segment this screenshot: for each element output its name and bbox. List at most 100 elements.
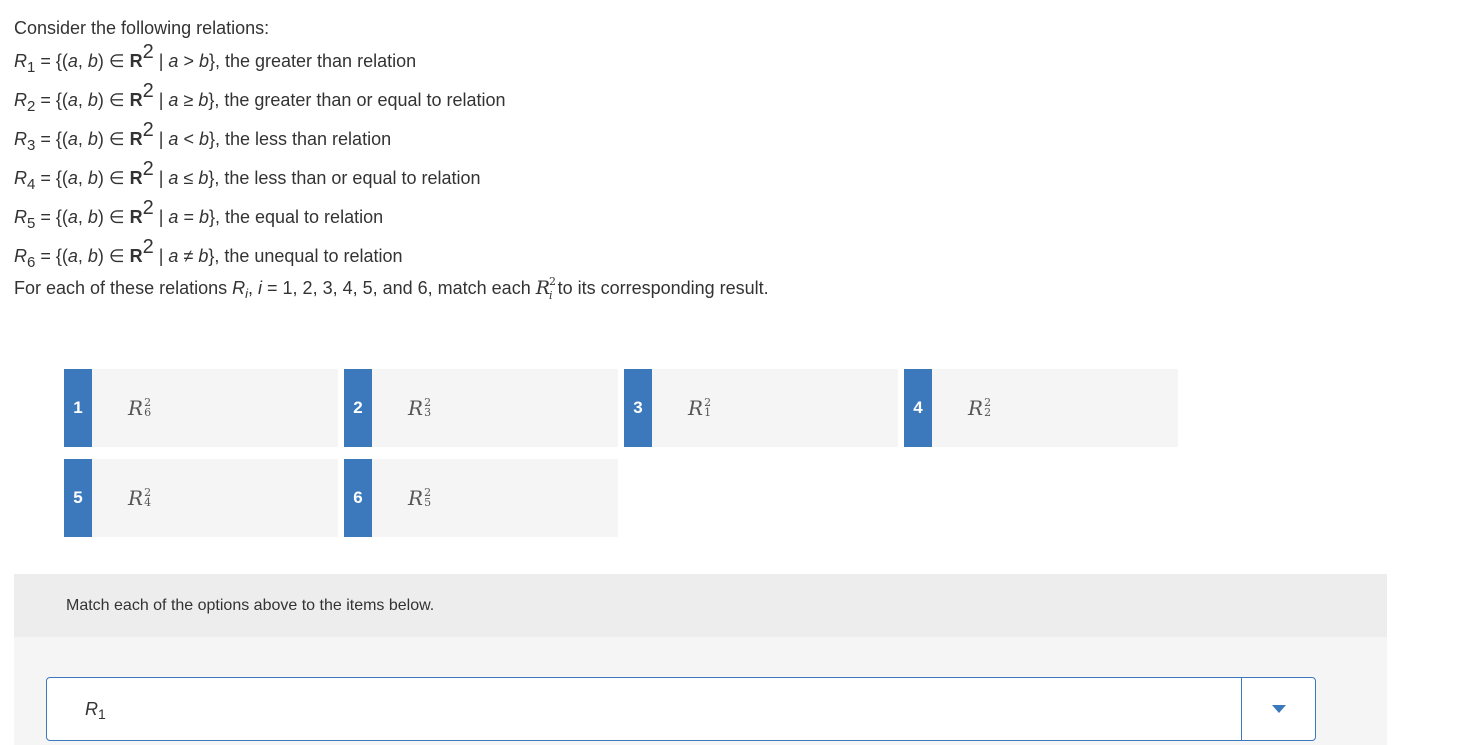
option-4[interactable]: 4 R 22	[904, 369, 1178, 447]
relation-desc: }, the greater than relation	[208, 51, 417, 71]
option-R: R	[408, 486, 424, 510]
option-sub: 5	[424, 496, 432, 509]
option-label: R 21	[688, 396, 711, 420]
relation-line-6: R6 = {(a, b) ∈ R2 | a ≠ b}, the unequal …	[14, 236, 769, 274]
relation-desc: }, the less than or equal to relation	[208, 168, 481, 188]
relation-subscript: 3	[27, 137, 36, 154]
match-item-R: R	[85, 698, 98, 719]
instruction-vals: = 1, 2, 3, 4, 5, and 6, match each	[262, 278, 536, 298]
set-sup: 2	[142, 80, 154, 102]
option-1[interactable]: 1 R 26	[64, 369, 338, 447]
relation-subscript: 1	[27, 59, 36, 76]
operator: <	[178, 129, 199, 149]
bar: |	[153, 129, 169, 149]
rhs: b	[198, 129, 209, 149]
relation-desc: }, the unequal to relation	[208, 246, 403, 266]
set-sup: 2	[142, 119, 154, 141]
match-dropdown-r1[interactable]: R1	[46, 677, 1316, 741]
option-R: R	[968, 396, 984, 420]
operator: ≤	[178, 168, 199, 188]
option-R: R	[688, 396, 704, 420]
match-item-sub: 1	[98, 705, 106, 722]
comma: ,	[77, 207, 88, 227]
option-sub: 6	[144, 406, 152, 419]
instruction-mid: ,	[248, 278, 259, 298]
option-number: 3	[624, 369, 652, 447]
option-scripts: 23	[424, 397, 432, 419]
option-label: R 25	[408, 486, 431, 510]
in-symbol: ) ∈	[97, 129, 130, 149]
option-2[interactable]: 2 R 23	[344, 369, 618, 447]
comma: ,	[77, 129, 88, 149]
relation-subscript: 5	[27, 215, 36, 232]
instruction-R: R	[232, 278, 246, 298]
option-scripts: 26	[144, 397, 152, 419]
option-number: 2	[344, 369, 372, 447]
relation-subscript: 2	[27, 98, 36, 115]
bar: |	[153, 207, 169, 227]
operator: ≠	[178, 246, 199, 266]
relation-line-2: R2 = {(a, b) ∈ R2 | a ≥ b}, the greater …	[14, 80, 769, 125]
comma: ,	[77, 51, 88, 71]
option-scripts: 21	[704, 397, 711, 418]
var-b: b	[87, 246, 98, 266]
relation-desc: }, the greater than or equal to relation	[208, 90, 506, 110]
option-3[interactable]: 3 R 21	[624, 369, 898, 447]
bar: |	[153, 168, 169, 188]
comma: ,	[77, 246, 88, 266]
match-item-label: R1	[85, 698, 1241, 722]
rhs: b	[198, 207, 209, 227]
option-sub: 4	[144, 496, 152, 509]
var-b: b	[87, 51, 98, 71]
bar: |	[153, 90, 169, 110]
in-symbol: ) ∈	[97, 168, 130, 188]
var-a: a	[67, 90, 78, 110]
relation-name: R	[14, 51, 27, 71]
var-a: a	[67, 246, 78, 266]
in-symbol: ) ∈	[97, 207, 130, 227]
var-a: a	[67, 207, 78, 227]
set-sup: 2	[142, 197, 154, 219]
option-scripts: 25	[424, 487, 432, 509]
option-number: 6	[344, 459, 372, 537]
question-instruction: For each of these relations Ri, i = 1, 2…	[14, 274, 769, 302]
instruction-R2: R	[535, 277, 551, 299]
option-label: R 24	[128, 486, 151, 510]
relation-name: R	[14, 207, 27, 227]
option-6[interactable]: 6 R 25	[344, 459, 618, 537]
lhs: a	[168, 168, 179, 188]
option-label: R 22	[968, 396, 991, 420]
var-b: b	[87, 129, 98, 149]
set-R: R	[129, 168, 143, 188]
set-R: R	[129, 246, 143, 266]
var-b: b	[87, 90, 98, 110]
relation-prefix: = {(	[35, 51, 68, 71]
operator: >	[178, 51, 199, 71]
bar: |	[153, 51, 169, 71]
relation-line-5: R5 = {(a, b) ∈ R2 | a = b}, the equal to…	[14, 197, 769, 242]
option-5[interactable]: 5 R 24	[64, 459, 338, 537]
question-intro: Consider the following relations:	[14, 18, 270, 38]
option-sub: 2	[984, 406, 992, 419]
option-R: R	[128, 486, 144, 510]
rhs: b	[198, 246, 209, 266]
set-sup: 2	[142, 158, 154, 180]
instruction-post: to its corresponding result.	[552, 278, 769, 298]
operator: =	[178, 207, 199, 227]
in-symbol: ) ∈	[97, 246, 130, 266]
dropdown-toggle-button[interactable]	[1241, 678, 1315, 740]
operator: ≥	[178, 90, 199, 110]
instruction-sub: i	[245, 286, 249, 301]
lhs: a	[168, 129, 179, 149]
relation-prefix: = {(	[35, 129, 68, 149]
set-sup: 2	[142, 236, 154, 258]
relation-subscript: 6	[27, 254, 36, 271]
instruction-R2-sup: 2	[549, 275, 557, 288]
option-sub: 3	[424, 406, 432, 419]
relation-name: R	[14, 129, 27, 149]
option-number: 5	[64, 459, 92, 537]
relation-prefix: = {(	[35, 207, 68, 227]
relation-line-1: R1 = {(a, b) ∈ R2 | a > b}, the greater …	[14, 41, 769, 86]
match-panel: Match each of the options above to the i…	[14, 574, 1387, 745]
in-symbol: ) ∈	[97, 51, 130, 71]
